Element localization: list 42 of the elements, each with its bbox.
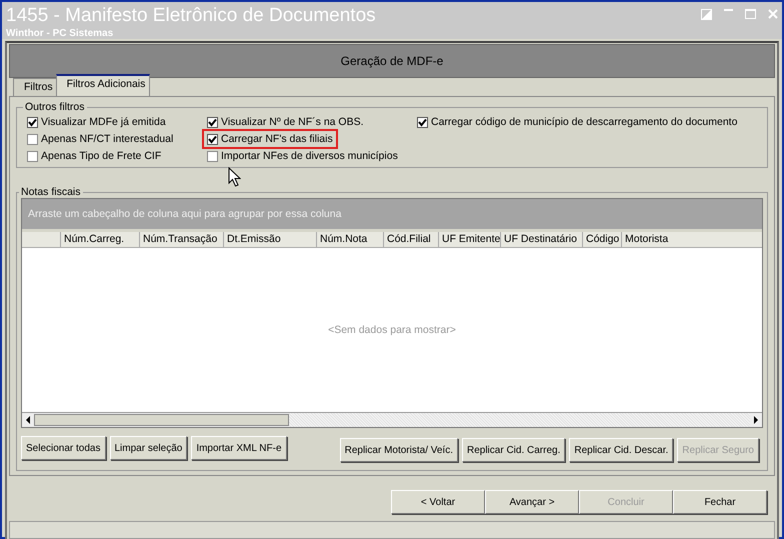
checkbox-label: Apenas Tipo de Frete CIF <box>41 150 162 162</box>
group-by-hint: Arraste um cabeçalho de coluna aqui para agrupar por essa coluna <box>22 199 762 229</box>
scroll-thumb[interactable] <box>34 414 289 426</box>
group-title: Outros filtros <box>24 101 86 113</box>
column-header[interactable]: Núm.Carreg. <box>61 232 140 247</box>
checkbox-label: Carregar NF's das filiais <box>221 133 333 145</box>
button[interactable]: Replicar Motorista/ Veíc. <box>340 438 458 462</box>
checkbox-label: Carregar código de município de descarregamento do documento <box>431 116 738 128</box>
column-header[interactable]: Dt.Emissão <box>224 232 317 247</box>
tab[interactable]: Filtros Adicionais <box>56 74 150 96</box>
mouse-pointer-icon <box>228 167 241 187</box>
group-title: Notas fiscais <box>20 186 82 198</box>
column-header[interactable]: Núm.Nota <box>317 232 384 247</box>
column-header[interactable]: Motorista <box>622 232 762 247</box>
column-header[interactable]: UF Destinatário <box>501 232 583 247</box>
empty-message: <Sem dados para mostrar> <box>328 324 456 336</box>
column-header[interactable]: Código <box>583 232 622 247</box>
checkbox[interactable] <box>207 134 218 144</box>
horizontal-scrollbar[interactable] <box>22 413 762 427</box>
checkbox[interactable] <box>27 116 38 128</box>
checkbox[interactable] <box>27 134 38 144</box>
checkbox[interactable] <box>207 150 218 162</box>
tab[interactable]: Filtros <box>13 78 58 96</box>
button[interactable]: Limpar seleção <box>110 436 188 460</box>
column-header[interactable]: UF Emitente <box>439 232 501 247</box>
checkbox-label: Visualizar Nº de NF´s na OBS. <box>221 116 364 128</box>
button[interactable]: Importar XML NF-e <box>191 436 287 460</box>
button[interactable]: Replicar Cid. Descar. <box>569 438 674 462</box>
wizard-header: Geração de MDF-e <box>9 44 775 78</box>
button[interactable]: Avançar > <box>485 490 579 514</box>
button[interactable]: Replicar Cid. Carreg. <box>462 438 566 462</box>
button[interactable]: Fechar <box>673 490 767 514</box>
checkbox-label: Apenas NF/CT interestadual <box>41 133 174 145</box>
checkbox-label: Importar NFes de diversos municípios <box>221 150 398 162</box>
button[interactable]: < Voltar <box>391 490 485 514</box>
column-header[interactable]: Núm.Transação <box>140 232 224 247</box>
column-header[interactable]: Cód.Filial <box>384 232 439 247</box>
checkbox[interactable] <box>27 150 38 162</box>
checkbox[interactable] <box>207 116 218 128</box>
button[interactable]: Selecionar todas <box>21 436 106 460</box>
checkbox-label: Visualizar MDFe já emitida <box>41 116 166 128</box>
checkbox[interactable] <box>417 116 428 128</box>
